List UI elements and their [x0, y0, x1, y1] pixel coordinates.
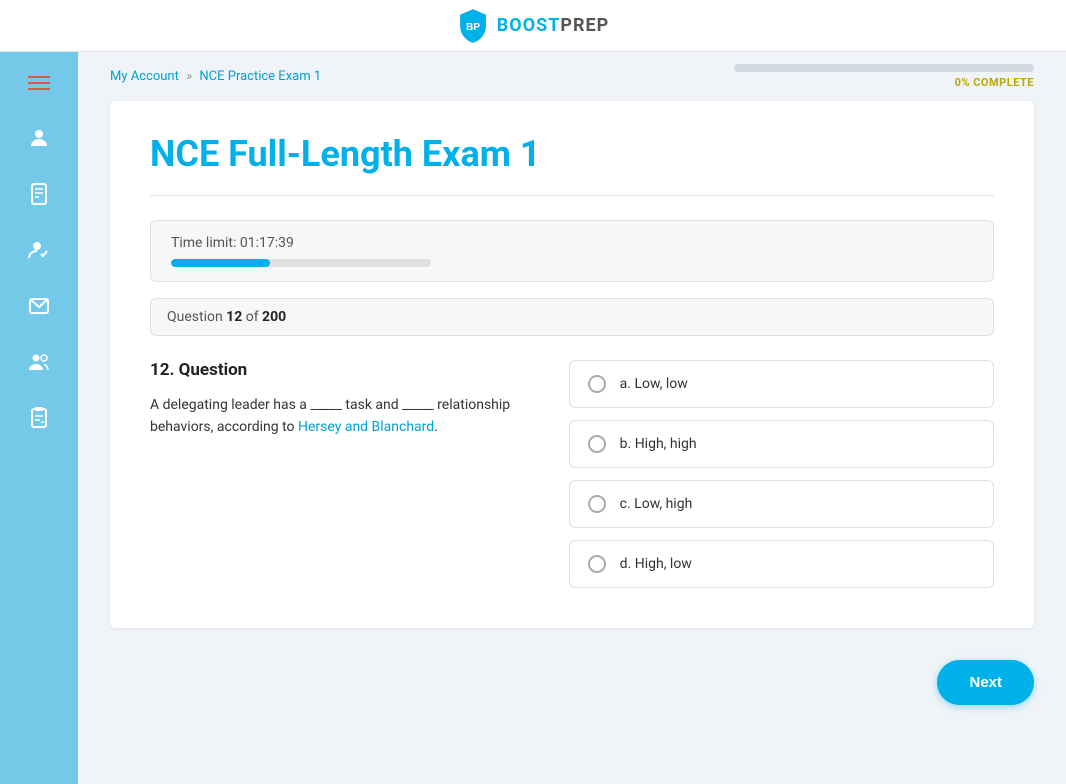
- envelope-icon: [27, 294, 51, 318]
- content-area: My Account » NCE Practice Exam 1 0% COMP…: [78, 52, 1066, 784]
- progress-bar-outer: [734, 64, 1034, 72]
- radio-a[interactable]: [588, 375, 606, 393]
- users-icon: [27, 350, 51, 374]
- timer-bar-outer: [171, 259, 431, 267]
- sidebar-item-document[interactable]: [15, 170, 63, 218]
- question-area: 12. Question A delegating leader has a _…: [150, 360, 994, 588]
- hersey-blanchard-link[interactable]: Hersey and Blanchard: [298, 419, 434, 435]
- sidebar-item-messages[interactable]: [15, 282, 63, 330]
- logo-text: BOOSTPREP: [497, 15, 609, 36]
- question-counter-prefix: Question: [167, 309, 226, 325]
- next-button[interactable]: Next: [937, 660, 1034, 705]
- option-c-text: c. Low, high: [620, 496, 693, 512]
- progress-label: 0% COMPLETE: [955, 76, 1034, 89]
- question-total-number: 200: [262, 309, 286, 325]
- question-number-title: 12. Question: [150, 360, 537, 380]
- sidebar-item-user-check[interactable]: [15, 226, 63, 274]
- sidebar-item-user[interactable]: [15, 114, 63, 162]
- question-counter-middle: of: [242, 309, 262, 325]
- user-icon: [27, 126, 51, 150]
- question-text: A delegating leader has a _____ task and…: [150, 394, 537, 439]
- report-icon: [27, 406, 51, 430]
- option-b-text: b. High, high: [620, 436, 697, 452]
- exam-divider: [150, 195, 994, 196]
- answer-option-c[interactable]: c. Low, high: [569, 480, 994, 528]
- logo-shield-icon: BP: [457, 8, 489, 44]
- question-left: 12. Question A delegating leader has a _…: [150, 360, 537, 588]
- top-header: BP BOOSTPREP: [0, 0, 1066, 52]
- breadcrumb-bar: My Account » NCE Practice Exam 1 0% COMP…: [78, 52, 1066, 93]
- user-check-icon: [27, 238, 51, 262]
- question-counter: Question 12 of 200: [150, 298, 994, 336]
- sidebar: [0, 52, 78, 784]
- document-icon: [27, 182, 51, 206]
- exam-title: NCE Full-Length Exam 1: [150, 133, 994, 175]
- timer-box: Time limit: 01:17:39: [150, 220, 994, 282]
- option-a-text: a. Low, low: [620, 376, 688, 392]
- sidebar-menu-button[interactable]: [20, 68, 58, 98]
- radio-c[interactable]: [588, 495, 606, 513]
- logo: BP BOOSTPREP: [457, 8, 609, 44]
- next-btn-container: Next: [78, 644, 1066, 721]
- breadcrumb-separator: »: [186, 69, 192, 84]
- breadcrumb: My Account » NCE Practice Exam 1: [110, 69, 321, 84]
- sidebar-item-users[interactable]: [15, 338, 63, 386]
- option-d-text: d. High, low: [620, 556, 692, 572]
- exam-card: NCE Full-Length Exam 1 Time limit: 01:17…: [110, 101, 1034, 628]
- answer-option-b[interactable]: b. High, high: [569, 420, 994, 468]
- breadcrumb-exam-link[interactable]: NCE Practice Exam 1: [199, 69, 321, 84]
- answer-option-a[interactable]: a. Low, low: [569, 360, 994, 408]
- sidebar-item-reports[interactable]: [15, 394, 63, 442]
- timer-label: Time limit: 01:17:39: [171, 235, 973, 251]
- answer-options: a. Low, low b. High, high c. Low, high: [569, 360, 994, 588]
- radio-d[interactable]: [588, 555, 606, 573]
- breadcrumb-account-link[interactable]: My Account: [110, 69, 179, 84]
- timer-bar-inner: [171, 259, 270, 267]
- progress-bar-container: 0% COMPLETE: [734, 64, 1034, 89]
- radio-b[interactable]: [588, 435, 606, 453]
- question-current-number: 12: [226, 309, 242, 325]
- svg-text:BP: BP: [466, 21, 480, 32]
- answer-option-d[interactable]: d. High, low: [569, 540, 994, 588]
